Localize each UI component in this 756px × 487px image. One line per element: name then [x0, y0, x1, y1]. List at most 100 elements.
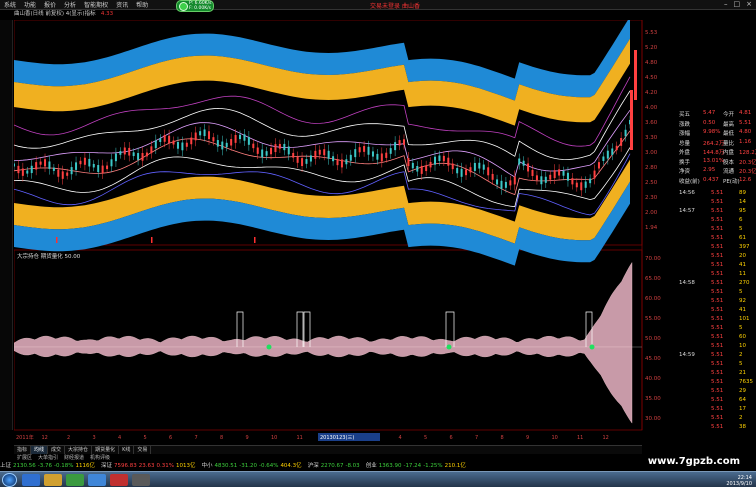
extension-tab-bar: 扩展区 大单指引 财经报道 机构评级: [14, 454, 314, 462]
media-icon[interactable]: [66, 474, 84, 486]
candle-body: [535, 175, 538, 181]
tick-volume: 7635: [739, 379, 753, 385]
candle-body: [513, 176, 516, 185]
tab-futures-quant[interactable]: 期货量化: [92, 446, 120, 454]
tick-row: 5.51 5: [679, 361, 756, 370]
index-item[interactable]: 中小 4830.51 -31.20 -0.64% 404.3亿: [201, 463, 303, 469]
candle-body: [411, 162, 414, 169]
sub-panel-label: 大宗持仓 期货量化 50.00: [17, 252, 81, 260]
candle-body: [225, 142, 228, 148]
menu-item-options[interactable]: 智能期权: [80, 0, 112, 9]
date-axis-label: 4: [399, 435, 402, 441]
tick-price: 5.51: [711, 388, 724, 394]
tick-row: 5.51 20: [679, 253, 756, 262]
start-button[interactable]: [2, 473, 17, 487]
quote-value: 13.01%: [703, 157, 724, 164]
tick-row: 14:57 5.51 95: [679, 208, 756, 217]
folder-icon[interactable]: [44, 474, 62, 486]
stock-name-link[interactable]: 曲山香: [402, 1, 420, 10]
candle-body: [500, 180, 503, 189]
tab-big-order[interactable]: 大单指引: [35, 454, 61, 462]
maximize-icon[interactable]: □: [734, 0, 741, 8]
date-axis-label: 3: [93, 435, 96, 441]
main-axis-label: 4.80: [645, 60, 658, 66]
quote-label: 外盘: [679, 150, 691, 156]
tab-trade[interactable]: 交易: [134, 446, 152, 454]
date-axis-label: 8: [501, 435, 504, 441]
index-amount: 404.3亿: [280, 463, 302, 469]
candle-body: [394, 142, 397, 151]
menu-item-system[interactable]: 系统: [0, 0, 20, 9]
candle-body: [549, 174, 552, 180]
browser-icon[interactable]: [22, 474, 40, 486]
candle-body: [327, 150, 330, 159]
menu-item-help[interactable]: 帮助: [132, 0, 152, 9]
quote-label: PE(动): [723, 178, 740, 185]
menu-item-quote[interactable]: 报价: [40, 0, 60, 9]
tab-kline[interactable]: K线: [119, 446, 135, 454]
kline-chart[interactable]: 5.53 5.20 4.80 4.50 4.20 4.00 3.60 3.30 3.00 2.80…: [14, 20, 679, 445]
main-axis-label: 2.50: [645, 180, 658, 186]
tick-row: 5.51 64: [679, 397, 756, 406]
tab-block-position[interactable]: 大宗持仓: [65, 446, 93, 454]
tab-volume[interactable]: 成交: [48, 446, 66, 454]
candle-body: [230, 139, 233, 146]
quote-row: 收益(前) 0.437 PE(动) 12.6: [679, 177, 756, 185]
sub-axis-label: 70.00: [645, 256, 661, 262]
candle-body: [123, 147, 126, 155]
quote-row: 外盘 144.8万内盘 128.2万: [679, 148, 756, 156]
chart-title: 曲山香(日线 前复权) 4(显示)指标 4.33: [14, 10, 642, 19]
date-axis-label: 6: [450, 435, 453, 441]
candle-body: [14, 163, 15, 167]
tick-time: 14:58: [679, 280, 695, 286]
candle-body: [349, 154, 352, 161]
candle-body: [465, 169, 468, 176]
tab-indicator[interactable]: 指标: [14, 446, 32, 454]
market-index-bar: 上证 2130.56 -3.76 -0.18% 1116亿 深证 7596.83 23.63 0…: [0, 462, 700, 470]
quote-label: 最高: [723, 121, 735, 128]
ie-icon[interactable]: [88, 474, 106, 486]
menu-item-news[interactable]: 资讯: [112, 0, 132, 9]
menu-item-analysis[interactable]: 分析: [60, 0, 80, 9]
tick-row: 5.51 11: [679, 271, 756, 280]
tab-extension[interactable]: 扩展区: [14, 454, 35, 462]
tab-rating[interactable]: 机构评级: [87, 454, 113, 462]
candle-body: [305, 159, 308, 164]
close-icon[interactable]: ×: [746, 0, 752, 8]
index-item[interactable]: 创业 1363.90 -17.24 -1.25% 210.1亿: [366, 463, 468, 469]
candle-body: [509, 180, 512, 186]
sub-axis-label: 35.00: [645, 396, 661, 402]
tick-row: 5.51 21: [679, 370, 756, 379]
trade-login-link[interactable]: 交易未登录: [370, 1, 400, 10]
main-axis-label: 3.30: [645, 135, 658, 141]
tab-ma[interactable]: 均线: [31, 446, 49, 454]
quote-label: 最低: [723, 131, 735, 137]
candle-body: [478, 162, 481, 169]
quote-label: 涨幅: [679, 131, 691, 137]
tick-volume: 6: [739, 217, 743, 223]
candle-body: [17, 165, 20, 174]
main-axis-label: 1.94: [645, 225, 658, 231]
index-item[interactable]: 沪深 2270.67 -8.03: [308, 463, 362, 469]
candle-body: [336, 159, 339, 166]
sub-axis-label: 45.00: [645, 356, 661, 362]
index-name: 沪深: [307, 463, 319, 469]
trading-app-icon[interactable]: [110, 474, 128, 486]
index-change: -8.03: [345, 463, 360, 469]
index-item[interactable]: 上证 2130.56 -3.76 -0.18% 1116亿: [0, 463, 97, 469]
index-value: 4830.51: [214, 463, 238, 469]
minimize-icon[interactable]: –: [724, 0, 728, 8]
main-axis-label: 4.20: [645, 90, 658, 96]
app-icon[interactable]: [132, 474, 150, 486]
tick-row: 5.51 2: [679, 415, 756, 424]
oscillator-area-up: [14, 261, 633, 348]
candle-body: [88, 158, 91, 167]
menu-item-function[interactable]: 功能: [20, 0, 40, 9]
candle-body: [376, 153, 379, 160]
tab-finance-report[interactable]: 财经报道: [61, 454, 87, 462]
tick-volume: 2: [739, 415, 743, 421]
candle-body: [287, 146, 290, 155]
index-item[interactable]: 深证 7596.83 23.63 0.31% 1013亿: [101, 463, 198, 469]
main-axis-label: 2.30: [645, 195, 658, 201]
tick-volume: 270: [739, 280, 750, 286]
